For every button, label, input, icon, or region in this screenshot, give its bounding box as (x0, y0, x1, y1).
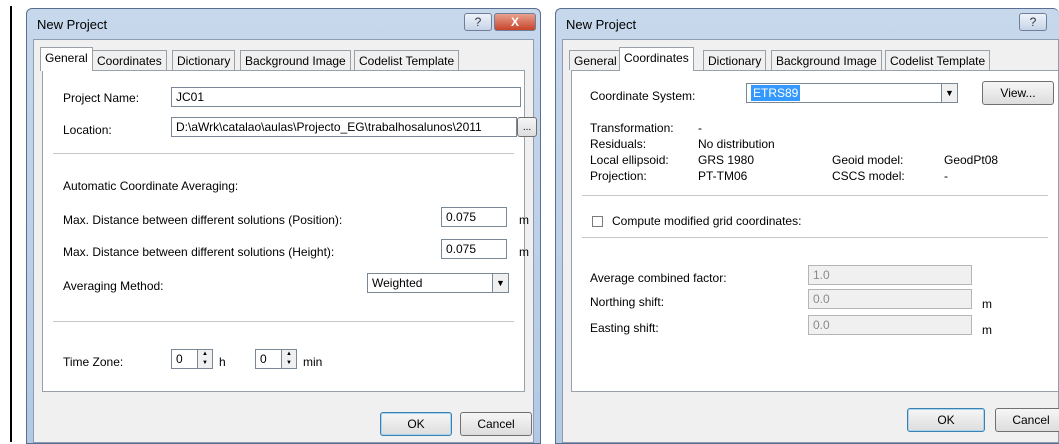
max-position-label: Max. Distance between different solution… (63, 213, 343, 227)
local-ellipsoid-label: Local ellipsoid: (590, 153, 669, 167)
dialog-client: General Coordinates Dictionary Backgroun… (33, 39, 537, 443)
help-icon: ? (474, 15, 482, 29)
compute-modified-checkbox[interactable] (592, 216, 603, 227)
title-bar[interactable]: New Project ? X (27, 9, 540, 39)
ok-button[interactable]: OK (907, 408, 985, 432)
ok-button[interactable]: OK (380, 412, 452, 436)
residuals-value: No distribution (698, 137, 775, 151)
projection-label: Projection: (590, 169, 647, 183)
max-height-label: Max. Distance between different solution… (63, 245, 335, 259)
dialog-client: General Coordinates Dictionary Backgroun… (562, 39, 1059, 443)
general-panel: Project Name: JC01 Location: D:\aWrk\cat… (42, 70, 537, 392)
averaging-method-value: Weighted (372, 276, 423, 290)
tab-background-image[interactable]: Background Image (771, 50, 882, 70)
tz-hours-unit: h (219, 355, 226, 369)
tab-coordinates[interactable]: Coordinates (92, 50, 167, 70)
tz-hours-stepper[interactable]: 0 ▲ ▼ (171, 349, 213, 369)
tab-strip: General Coordinates Dictionary Backgroun… (569, 46, 1052, 71)
close-icon: X (510, 15, 519, 29)
help-button[interactable]: ? (1019, 13, 1047, 31)
chevron-down-icon[interactable]: ▼ (492, 274, 508, 292)
coordinate-system-label: Coordinate System: (590, 89, 696, 103)
tab-codelist-template[interactable]: Codelist Template (885, 50, 991, 70)
projection-value: PT-TM06 (698, 169, 748, 183)
location-input[interactable]: D:\aWrk\catalao\aulas\Projecto_EG\trabal… (171, 117, 517, 137)
cscs-model-value: - (944, 169, 948, 183)
coordinate-system-value: ETRS89 (751, 85, 801, 101)
spin-up-icon[interactable]: ▲ (198, 350, 212, 359)
close-button[interactable]: X (494, 13, 536, 31)
easting-shift-unit: m (982, 323, 992, 337)
cscs-model-label: CSCS model: (832, 169, 905, 183)
avg-combined-factor-label: Average combined factor: (590, 271, 727, 285)
left-frame-edge (10, 6, 20, 442)
help-icon: ? (1029, 15, 1037, 29)
local-ellipsoid-value: GRS 1980 (698, 153, 755, 167)
separator (582, 195, 1048, 196)
max-position-input[interactable]: 0.075 (441, 207, 507, 227)
separator (53, 321, 514, 322)
cancel-button[interactable]: Cancel (460, 412, 532, 436)
window-title: New Project (37, 17, 108, 32)
tz-minutes-stepper[interactable]: 0 ▲ ▼ (255, 349, 297, 369)
avg-combined-factor-input[interactable]: 1.0 (808, 265, 972, 285)
location-label: Location: (63, 123, 112, 137)
tz-minutes-value: 0 (260, 352, 267, 366)
averaging-method-select[interactable]: Weighted ▼ (367, 273, 509, 293)
max-position-unit: m (519, 213, 529, 227)
max-height-input[interactable]: 0.075 (441, 239, 507, 259)
tab-dictionary[interactable]: Dictionary (703, 50, 767, 70)
window-title: New Project (566, 17, 637, 32)
project-name-input[interactable]: JC01 (171, 87, 521, 107)
time-zone-label: Time Zone: (63, 355, 124, 369)
chevron-down-icon[interactable]: ▼ (941, 84, 957, 102)
northing-shift-unit: m (982, 297, 992, 311)
coordinates-panel: Coordinate System: ETRS89 ▼ View... Tran… (571, 70, 1058, 392)
tab-background-image[interactable]: Background Image (240, 50, 351, 70)
tab-coordinates[interactable]: Coordinates (619, 47, 694, 71)
coordinate-system-select[interactable]: ETRS89 ▼ (746, 83, 958, 103)
averaging-header: Automatic Coordinate Averaging: (63, 179, 239, 193)
transformation-value: - (698, 121, 702, 135)
tab-codelist-template[interactable]: Codelist Template (354, 50, 460, 70)
separator (582, 237, 1048, 238)
max-height-unit: m (519, 245, 529, 259)
geoid-model-value: GeodPt08 (944, 153, 999, 167)
easting-shift-input[interactable]: 0.0 (808, 315, 972, 335)
new-project-window-general: New Project ? X General Coordinates Dict… (26, 8, 541, 444)
view-button[interactable]: View... (982, 81, 1054, 105)
help-button[interactable]: ? (464, 13, 492, 31)
tab-strip: General Coordinates Dictionary Backgroun… (40, 46, 527, 71)
spin-arrows-icon[interactable]: ▲ ▼ (281, 350, 296, 368)
spin-arrows-icon[interactable]: ▲ ▼ (197, 350, 212, 368)
tab-general[interactable]: General (40, 47, 93, 71)
tab-dictionary[interactable]: Dictionary (172, 50, 236, 70)
new-project-window-coordinates: New Project ? General Coordinates Dictio… (555, 8, 1059, 444)
separator (53, 153, 514, 154)
easting-shift-label: Easting shift: (590, 321, 659, 335)
cancel-button[interactable]: Cancel (995, 408, 1059, 432)
browse-location-button[interactable]: ... (517, 117, 537, 137)
project-name-label: Project Name: (63, 91, 140, 105)
title-bar[interactable]: New Project ? (556, 9, 1059, 39)
compute-modified-label[interactable]: Compute modified grid coordinates: (612, 214, 801, 228)
tz-hours-value: 0 (176, 352, 183, 366)
tz-minutes-unit: min (303, 355, 323, 369)
spin-up-icon[interactable]: ▲ (282, 350, 296, 359)
residuals-label: Residuals: (590, 137, 647, 151)
location-value: D:\aWrk\catalao\aulas\Projecto_EG\trabal… (176, 120, 482, 134)
spin-down-icon[interactable]: ▼ (198, 359, 212, 368)
northing-shift-input[interactable]: 0.0 (808, 289, 972, 309)
transformation-label: Transformation: (590, 121, 674, 135)
spin-down-icon[interactable]: ▼ (282, 359, 296, 368)
geoid-model-label: Geoid model: (832, 153, 904, 167)
northing-shift-label: Northing shift: (590, 295, 665, 309)
tab-general[interactable]: General (569, 50, 622, 70)
averaging-method-label: Averaging Method: (63, 279, 164, 293)
